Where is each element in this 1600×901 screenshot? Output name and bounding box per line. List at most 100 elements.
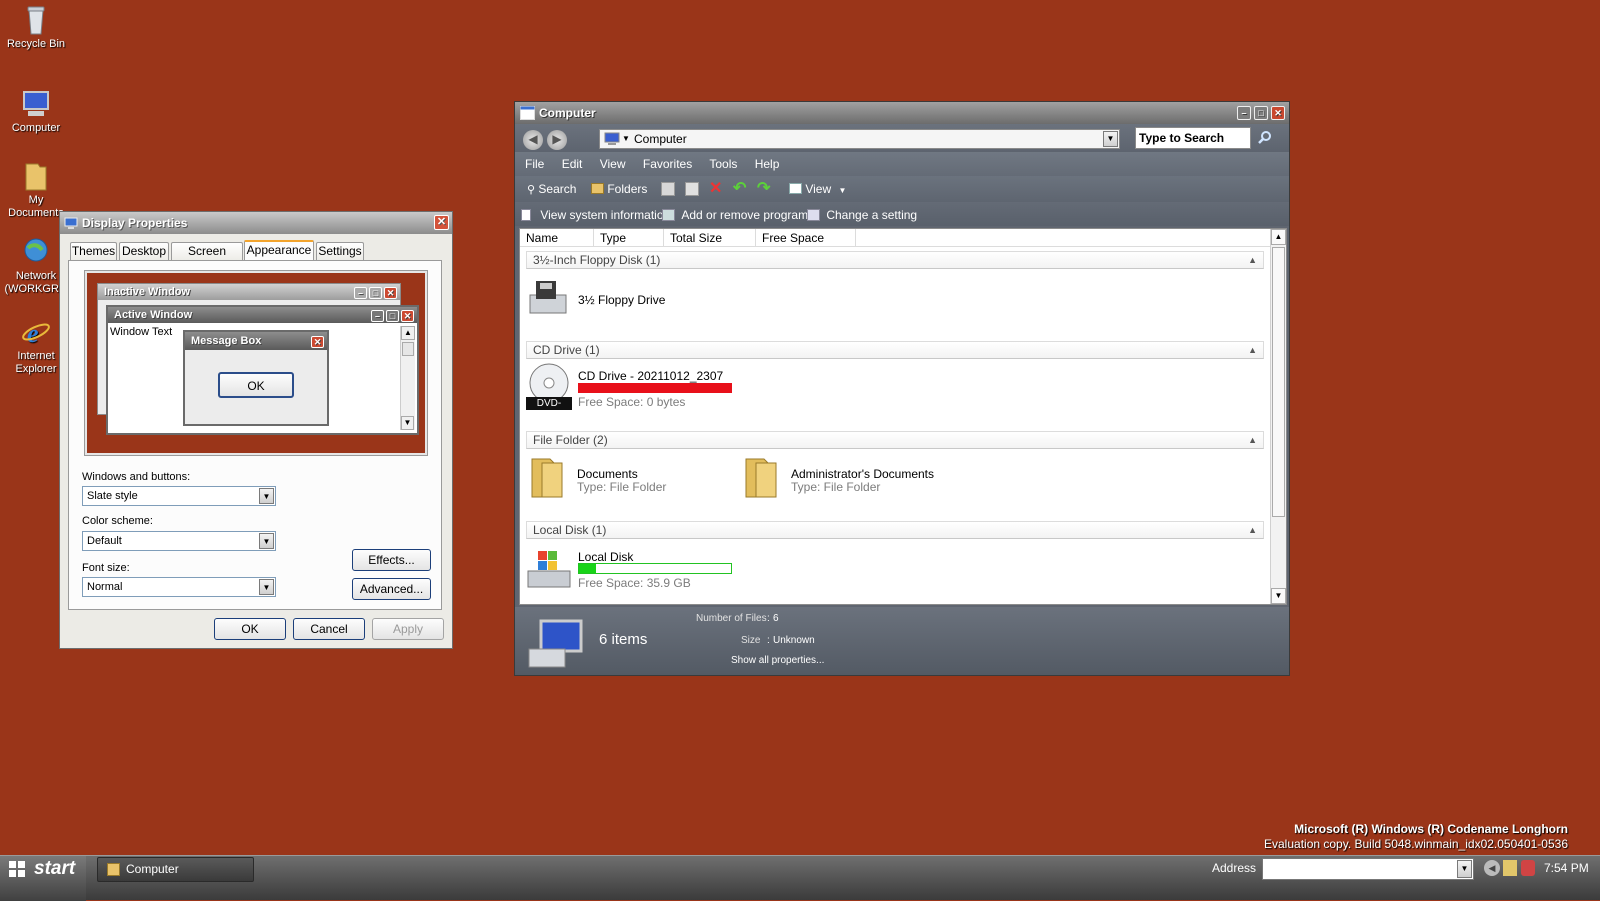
menu-help[interactable]: Help xyxy=(755,157,780,171)
tab-themes[interactable]: Themes xyxy=(70,242,117,261)
search-icon: ⚲ xyxy=(527,184,536,196)
menu-view[interactable]: View xyxy=(600,157,626,171)
task-add-remove-programs[interactable]: Add or remove programs xyxy=(662,202,814,228)
files-separator: : xyxy=(767,613,770,624)
effects-button[interactable]: Effects... xyxy=(352,549,431,571)
cd-capacity-fill xyxy=(578,383,732,393)
scroll-up-icon[interactable]: ▲ xyxy=(1271,229,1286,245)
minimize-button[interactable]: – xyxy=(1237,106,1251,120)
color-scheme-select[interactable]: Default ▼ xyxy=(82,531,276,551)
menu-edit[interactable]: Edit xyxy=(562,157,583,171)
item-floppy-drive[interactable]: 3½ Floppy Drive xyxy=(578,293,665,307)
toolbar-folders-button[interactable]: Folders xyxy=(591,176,647,202)
svg-text:e: e xyxy=(27,319,39,348)
cancel-button[interactable]: Cancel xyxy=(293,618,365,640)
chevron-down-icon[interactable]: ▼ xyxy=(259,579,274,595)
taskbar-address-input[interactable]: ▼ xyxy=(1262,858,1474,880)
back-button[interactable]: ◀ xyxy=(523,130,543,150)
item-documents[interactable]: Documents xyxy=(577,467,638,481)
group-header-cd-drive[interactable]: CD Drive (1) ▲ xyxy=(526,341,1264,359)
scroll-down-icon[interactable]: ▼ xyxy=(1271,588,1286,604)
vertical-scrollbar[interactable]: ▲ ▼ xyxy=(1270,229,1286,604)
computer-icon xyxy=(604,132,620,145)
column-total-size[interactable]: Total Size xyxy=(664,229,756,247)
go-back-icon[interactable]: ◀ xyxy=(1484,860,1500,876)
menu-favorites[interactable]: Favorites xyxy=(643,157,692,171)
computer-icon xyxy=(528,619,583,668)
folder-icon xyxy=(107,863,120,876)
group-header-floppy[interactable]: 3½-Inch Floppy Disk (1) ▲ xyxy=(526,251,1264,269)
collapse-icon[interactable]: ▲ xyxy=(1248,342,1257,358)
tab-desktop[interactable]: Desktop xyxy=(119,242,169,261)
search-icon[interactable] xyxy=(1257,130,1273,146)
group-header-local-disk[interactable]: Local Disk (1) ▲ xyxy=(526,521,1264,539)
move-icon[interactable] xyxy=(685,182,699,196)
windows-buttons-select[interactable]: Slate style ▼ xyxy=(82,486,276,506)
collapse-icon[interactable]: ▲ xyxy=(1248,252,1257,268)
undo-icon[interactable]: ↶ xyxy=(733,176,746,202)
copy-icon[interactable] xyxy=(661,182,675,196)
forward-button[interactable]: ▶ xyxy=(547,130,567,150)
item-cd-drive[interactable]: CD Drive - 20211012_2307 xyxy=(578,369,723,383)
address-row: ◀ ▶ ▼ Computer ▼ Type to Search xyxy=(515,124,1289,152)
address-text: Computer xyxy=(634,132,687,146)
documents-type: Type: File Folder xyxy=(577,480,667,494)
minimize-icon: – xyxy=(354,287,367,299)
ok-button[interactable]: OK xyxy=(214,618,286,640)
advanced-button[interactable]: Advanced... xyxy=(352,578,431,600)
tab-settings[interactable]: Settings xyxy=(316,242,364,261)
task-view-system-information[interactable]: View system information xyxy=(521,202,670,228)
folder-icon xyxy=(531,458,563,498)
item-administrators-documents[interactable]: Administrator's Documents xyxy=(791,467,934,481)
toolbar-view-button[interactable]: View ▼ xyxy=(789,176,846,204)
collapse-icon[interactable]: ▲ xyxy=(1248,432,1257,448)
show-all-properties-link[interactable]: Show all properties... xyxy=(731,655,824,666)
desktop-icon-label: Recycle Bin xyxy=(6,38,66,50)
address-bar[interactable]: ▼ Computer ▼ xyxy=(599,129,1120,149)
chevron-down-icon[interactable]: ▼ xyxy=(1457,860,1472,878)
close-button[interactable]: ✕ xyxy=(1271,106,1285,120)
search-input[interactable]: Type to Search xyxy=(1135,127,1251,149)
item-local-disk[interactable]: Local Disk xyxy=(578,550,633,564)
windows-buttons-label: Windows and buttons: xyxy=(82,471,191,483)
color-scheme-label: Color scheme: xyxy=(82,515,153,527)
column-name[interactable]: Name xyxy=(520,229,594,247)
tab-screen-saver[interactable]: Screen Saver xyxy=(171,242,243,275)
tab-appearance[interactable]: Appearance xyxy=(244,240,314,261)
close-button[interactable]: ✕ xyxy=(434,215,449,230)
task-change-setting[interactable]: Change a setting xyxy=(807,202,917,228)
collapse-icon[interactable]: ▲ xyxy=(1248,522,1257,538)
start-button[interactable]: start xyxy=(0,856,86,901)
desktop-icon-computer[interactable]: Computer xyxy=(0,88,72,135)
chevron-down-icon[interactable]: ▼ xyxy=(1103,131,1118,147)
address-dropdown-arrow-icon: ▼ xyxy=(622,134,630,143)
chevron-down-icon[interactable]: ▼ xyxy=(259,533,274,549)
font-size-select[interactable]: Normal ▼ xyxy=(82,577,276,597)
title-bar[interactable]: Computer – □ ✕ xyxy=(515,102,1289,124)
group-title: Local Disk (1) xyxy=(533,523,607,537)
programs-icon xyxy=(662,209,675,221)
network-icon xyxy=(24,238,48,262)
column-type[interactable]: Type xyxy=(594,229,664,247)
menu-file[interactable]: File xyxy=(525,157,544,171)
system-info-icon xyxy=(521,209,531,221)
chevron-down-icon[interactable]: ▼ xyxy=(259,488,274,504)
desktop-icon-recycle-bin[interactable]: Recycle Bin xyxy=(0,4,72,51)
scroll-thumb[interactable] xyxy=(1272,247,1285,517)
toolbar-search-button[interactable]: ⚲ Search xyxy=(527,176,576,203)
apply-button[interactable]: Apply xyxy=(372,618,444,640)
group-title: CD Drive (1) xyxy=(533,343,600,357)
tray-security-icon[interactable] xyxy=(1521,860,1535,876)
redo-icon[interactable]: ↷ xyxy=(757,176,770,202)
title-bar[interactable]: Display Properties ✕ xyxy=(60,212,452,234)
taskbar-button-computer[interactable]: Computer xyxy=(97,857,254,882)
tray-network-icon[interactable] xyxy=(1503,860,1517,876)
maximize-button[interactable]: □ xyxy=(1254,106,1268,120)
delete-icon[interactable]: ✕ xyxy=(709,176,722,202)
column-free-space[interactable]: Free Space xyxy=(756,229,856,247)
files-value: 6 xyxy=(773,613,779,624)
color-scheme-value: Default xyxy=(87,535,122,547)
preview-msgbox-title: Message Box xyxy=(191,335,262,347)
menu-tools[interactable]: Tools xyxy=(709,157,737,171)
group-header-file-folder[interactable]: File Folder (2) ▲ xyxy=(526,431,1264,449)
